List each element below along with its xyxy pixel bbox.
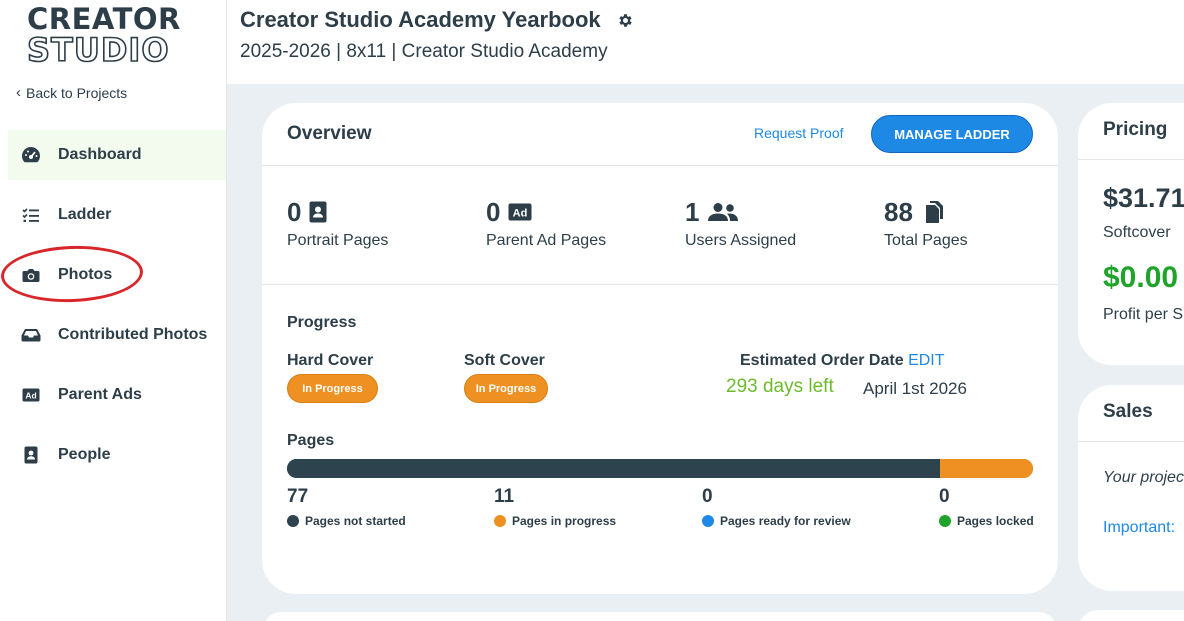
sidebar-item-people[interactable]: People xyxy=(8,430,226,480)
pages-bar-segment-0 xyxy=(287,459,940,478)
pages-bar-segment-1 xyxy=(939,459,1033,478)
status-dot xyxy=(287,515,299,527)
status-dot xyxy=(702,515,714,527)
legend-in-progress: 11 Pages in progress xyxy=(494,486,616,528)
sidebar-item-parent-ads[interactable]: Ad Parent Ads xyxy=(8,370,226,420)
users-icon xyxy=(707,202,739,222)
portrait-icon xyxy=(309,201,327,223)
person-badge-icon xyxy=(18,446,44,464)
pages-label: Pages xyxy=(287,432,335,449)
stat-label: Total Pages xyxy=(884,232,968,249)
pages-progress-bar xyxy=(287,459,1033,478)
divider xyxy=(1078,441,1184,442)
sidebar-item-label: People xyxy=(58,446,111,463)
stat-value: 88 xyxy=(884,196,913,227)
sidebar-item-ladder[interactable]: Ladder xyxy=(8,190,226,240)
creator-studio-logo[interactable]: CREATOR STUDIO xyxy=(26,2,197,69)
profit-label: Profit per S xyxy=(1103,306,1184,323)
overview-title: Overview xyxy=(287,123,372,144)
legend-count: 0 xyxy=(702,486,713,507)
progress-label: Progress xyxy=(287,314,357,331)
legend-label: Pages not started xyxy=(305,514,406,528)
ad-icon: Ad xyxy=(508,203,532,221)
checklist-icon xyxy=(18,207,44,223)
legend-ready-for-review: 0 Pages ready for review xyxy=(702,486,851,528)
project-header: Creator Studio Academy Yearbook 2025-202… xyxy=(227,0,1184,84)
stat-label: Portrait Pages xyxy=(287,232,389,249)
legend-count: 77 xyxy=(287,486,309,507)
sidebar-item-contributed-photos[interactable]: Contributed Photos xyxy=(8,310,226,360)
project-subtitle: 2025-2026 | 8x11 | Creator Studio Academ… xyxy=(240,41,608,62)
sidebar-item-label: Parent Ads xyxy=(58,386,142,403)
stat-total-pages: 88 Total Pages xyxy=(884,196,968,250)
legend-count: 0 xyxy=(939,486,950,507)
pricing-card: Pricing $31.71 Softcover $0.00 Profit pe… xyxy=(1078,103,1184,365)
stat-portrait-pages: 0 Portrait Pages xyxy=(287,196,388,250)
legend-count: 11 xyxy=(494,486,515,507)
gear-icon[interactable] xyxy=(617,12,634,29)
sidebar: CREATOR STUDIO ‹ Back to Projects Dashbo… xyxy=(0,0,227,621)
manage-ladder-button[interactable]: MANAGE LADDER xyxy=(871,115,1033,153)
request-proof-link[interactable]: Request Proof xyxy=(754,125,844,141)
pricing-title: Pricing xyxy=(1103,119,1168,140)
soft-cover-label: Soft Cover xyxy=(464,352,545,369)
sidebar-item-label: Ladder xyxy=(58,206,112,223)
sidebar-item-label: Contributed Photos xyxy=(58,326,208,343)
logo-line-2: STUDIO xyxy=(26,31,170,69)
copy-pages-icon xyxy=(921,200,945,224)
edit-order-date-link[interactable]: EDIT xyxy=(908,352,944,369)
logo-line-1: CREATOR xyxy=(27,2,181,36)
softcover-price: $31.71 xyxy=(1103,183,1184,213)
hard-cover-label: Hard Cover xyxy=(287,352,374,369)
camera-icon xyxy=(18,268,44,283)
legend-label: Pages ready for review xyxy=(720,514,851,528)
hard-cover-status-badge: In Progress xyxy=(287,374,378,403)
stat-value: 0 xyxy=(287,196,302,227)
sidebar-item-dashboard[interactable]: Dashboard xyxy=(8,130,226,180)
stat-value: 1 xyxy=(685,196,700,227)
legend-label: Pages locked xyxy=(957,514,1034,528)
svg-text:Ad: Ad xyxy=(513,208,528,220)
back-to-projects-link[interactable]: ‹ Back to Projects xyxy=(16,85,127,101)
svg-text:Ad: Ad xyxy=(25,391,36,401)
sidebar-item-label: Photos xyxy=(58,266,113,283)
legend-locked: 0 Pages locked xyxy=(939,486,1034,528)
page-title: Creator Studio Academy Yearbook xyxy=(240,7,601,32)
back-label: Back to Projects xyxy=(26,85,128,101)
status-dot xyxy=(494,515,506,527)
important-link[interactable]: Important: xyxy=(1103,519,1175,537)
overview-card: Overview Request Proof MANAGE LADDER 0 P… xyxy=(262,103,1058,594)
legend-not-started: 77 Pages not started xyxy=(287,486,406,528)
sales-text: Your projec xyxy=(1103,469,1184,486)
softcover-label: Softcover xyxy=(1103,224,1171,241)
estimated-order-date: Estimated Order Date EDIT xyxy=(740,352,945,370)
next-side-card xyxy=(1078,610,1184,621)
stats-row: 0 Portrait Pages 0 Ad Parent Ad Pages 1 xyxy=(262,166,1058,285)
inbox-tray-icon xyxy=(18,328,44,342)
divider xyxy=(1078,159,1184,160)
legend-label: Pages in progress xyxy=(512,514,617,528)
sidebar-item-photos[interactable]: Photos xyxy=(8,250,226,300)
order-date: April 1st 2026 xyxy=(863,379,967,398)
days-left: 293 days left xyxy=(726,376,834,397)
status-dot xyxy=(939,515,951,527)
stat-label: Users Assigned xyxy=(685,232,797,249)
chevron-left-icon: ‹ xyxy=(16,84,21,101)
ad-icon: Ad xyxy=(18,388,44,402)
stat-label: Parent Ad Pages xyxy=(486,232,607,249)
soft-cover-status-badge: In Progress xyxy=(464,374,548,403)
profit-value: $0.00 xyxy=(1103,261,1179,294)
sales-card: Sales Your projec Important: xyxy=(1078,385,1184,591)
gauge-icon xyxy=(18,146,44,164)
estimated-order-label: Estimated Order Date xyxy=(740,352,904,369)
stat-users-assigned: 1 Users Assigned xyxy=(685,196,796,250)
overview-header: Overview Request Proof MANAGE LADDER xyxy=(262,103,1058,166)
stat-value: 0 xyxy=(486,196,501,227)
next-card xyxy=(262,612,1058,621)
stat-parent-ad-pages: 0 Ad Parent Ad Pages xyxy=(486,196,606,250)
sidebar-item-label: Dashboard xyxy=(58,146,142,163)
sales-title: Sales xyxy=(1103,401,1153,422)
